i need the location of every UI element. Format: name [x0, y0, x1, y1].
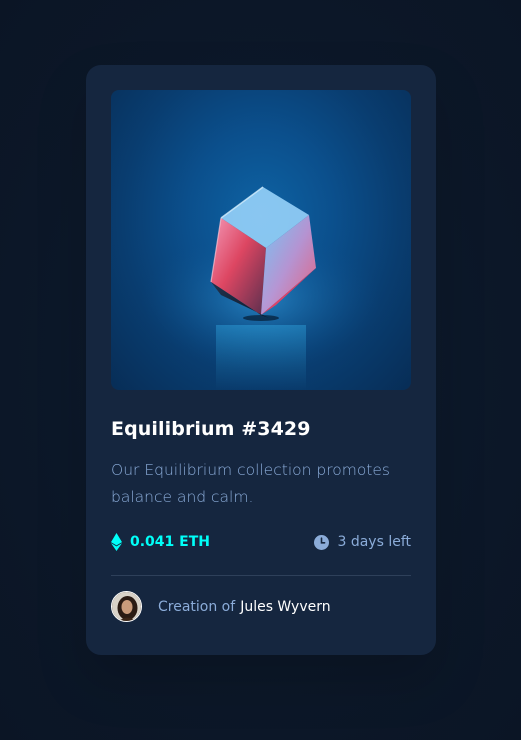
creator-name-link[interactable]: Jules Wyvern [240, 599, 330, 615]
creator-avatar [111, 591, 142, 622]
nft-description: Our Equilibrium collection promotes bala… [111, 461, 390, 506]
clock-icon [314, 534, 330, 550]
price-badge: 0.041 ETH [111, 533, 210, 551]
ethereum-icon [111, 533, 122, 551]
time-left-label: 3 days left [337, 534, 411, 550]
time-remaining: 3 days left [314, 534, 411, 550]
nft-preview-card: Equilibrium #3429 Our Equilibrium collec… [86, 65, 436, 655]
price-value: 0.041 ETH [130, 534, 210, 550]
nft-image-equilibrium[interactable] [111, 90, 411, 390]
card-divider [111, 575, 411, 576]
nft-stats-row: 0.041 ETH 3 days left [111, 531, 411, 553]
nft-title[interactable]: Equilibrium #3429 [111, 418, 411, 440]
equilibrium-cube-illustration [141, 186, 381, 390]
creator-row: Creation of Jules Wyvern [111, 591, 411, 622]
creator-prefix: Creation of [158, 598, 236, 615]
